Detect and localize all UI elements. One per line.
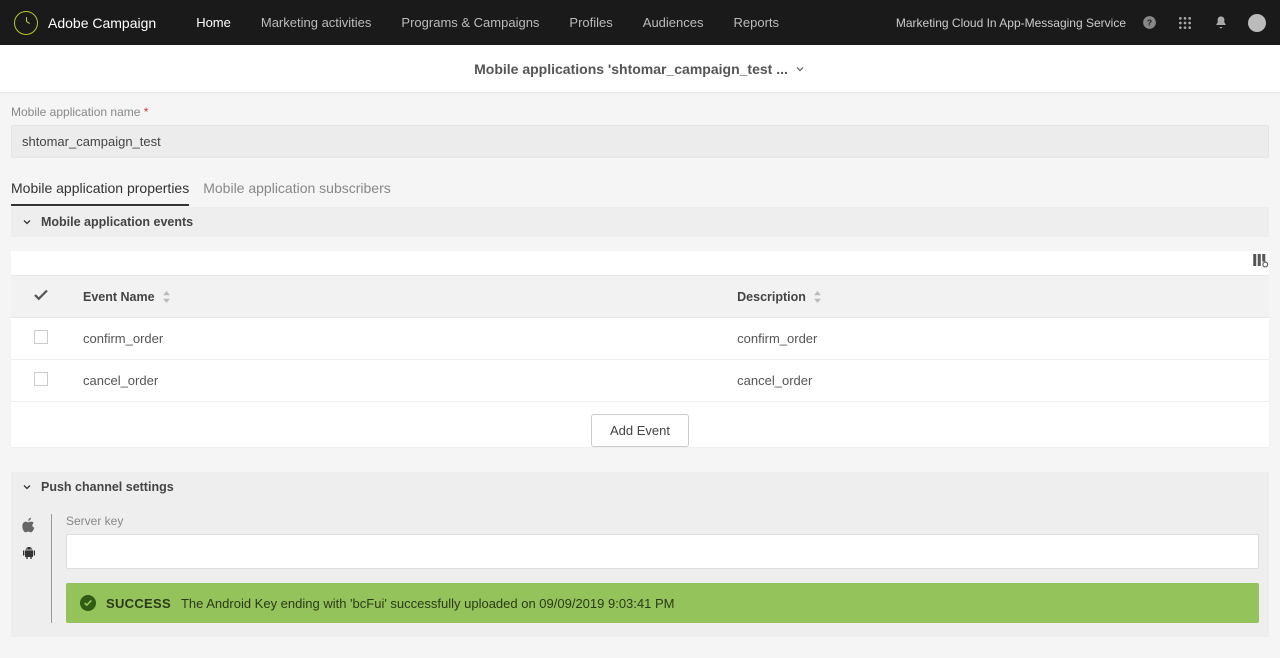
topbar-icons: ?	[1140, 14, 1266, 32]
detail-tabs: Mobile application properties Mobile app…	[11, 180, 1269, 207]
server-key-input[interactable]	[66, 534, 1259, 569]
subheader-dropdown[interactable]: Mobile applications 'shtomar_campaign_te…	[474, 61, 806, 77]
apple-icon[interactable]	[21, 516, 37, 534]
nav-reports[interactable]: Reports	[734, 15, 780, 30]
table-row[interactable]: cancel_order cancel_order	[11, 360, 1269, 402]
android-icon[interactable]	[21, 544, 37, 562]
tab-subscribers[interactable]: Mobile application subscribers	[203, 180, 391, 206]
push-section-body: Server key SUCCESS The Android Key endin…	[11, 502, 1269, 637]
success-check-icon	[80, 595, 96, 611]
server-key-label: Server key	[66, 514, 1259, 528]
row-checkbox[interactable]	[34, 372, 48, 386]
cell-description: confirm_order	[725, 318, 1269, 360]
table-tools	[11, 251, 1269, 269]
help-icon[interactable]: ?	[1140, 14, 1158, 32]
chevron-down-icon	[21, 481, 33, 493]
col-description[interactable]: Description	[725, 276, 1269, 318]
col-event-name-text: Event Name	[83, 290, 155, 304]
nav-profiles[interactable]: Profiles	[569, 15, 612, 30]
configure-columns-icon[interactable]	[1251, 251, 1269, 269]
topbar: Adobe Campaign Home Marketing activities…	[0, 0, 1280, 45]
alert-message: The Android Key ending with 'bcFui' succ…	[181, 596, 675, 611]
events-section-title: Mobile application events	[41, 215, 193, 229]
nav-home[interactable]: Home	[196, 15, 231, 30]
tenant-label: Marketing Cloud In App-Messaging Service	[896, 16, 1126, 30]
alert-title: SUCCESS	[106, 596, 171, 611]
table-row[interactable]: confirm_order confirm_order	[11, 318, 1269, 360]
svg-text:?: ?	[1146, 17, 1151, 27]
apps-icon[interactable]	[1176, 14, 1194, 32]
sort-icon	[162, 291, 171, 303]
page-content: Mobile application name * Mobile applica…	[0, 93, 1280, 657]
subheader-title-text: Mobile applications 'shtomar_campaign_te…	[474, 61, 788, 77]
events-section-body: Event Name Description confirm_order con…	[11, 251, 1269, 448]
row-checkbox[interactable]	[34, 330, 48, 344]
nav-marketing-activities[interactable]: Marketing activities	[261, 15, 372, 30]
chevron-down-icon	[794, 63, 806, 75]
add-event-button[interactable]: Add Event	[591, 414, 689, 447]
events-section-header[interactable]: Mobile application events	[11, 207, 1269, 237]
app-logo-icon	[14, 11, 38, 35]
required-asterisk: *	[144, 105, 149, 119]
cell-event-name: cancel_order	[71, 360, 725, 402]
push-section-title: Push channel settings	[41, 480, 174, 494]
chevron-down-icon	[21, 216, 33, 228]
select-all-header[interactable]	[11, 276, 71, 318]
col-description-text: Description	[737, 290, 806, 304]
bell-icon[interactable]	[1212, 14, 1230, 32]
push-form: Server key SUCCESS The Android Key endin…	[66, 514, 1259, 623]
cell-description: cancel_order	[725, 360, 1269, 402]
brand-name: Adobe Campaign	[48, 15, 156, 31]
nav-audiences[interactable]: Audiences	[643, 15, 704, 30]
top-nav: Home Marketing activities Programs & Cam…	[196, 15, 896, 30]
app-name-input[interactable]	[11, 125, 1269, 158]
tab-properties[interactable]: Mobile application properties	[11, 180, 189, 206]
success-alert: SUCCESS The Android Key ending with 'bcF…	[66, 583, 1259, 623]
check-icon	[32, 286, 50, 304]
nav-programs-campaigns[interactable]: Programs & Campaigns	[401, 15, 539, 30]
user-avatar[interactable]	[1248, 14, 1266, 32]
events-table: Event Name Description confirm_order con…	[11, 275, 1269, 402]
col-event-name[interactable]: Event Name	[71, 276, 725, 318]
cell-event-name: confirm_order	[71, 318, 725, 360]
os-tabs	[21, 514, 52, 623]
app-name-label: Mobile application name *	[11, 105, 1269, 119]
sort-icon	[813, 291, 822, 303]
app-name-label-text: Mobile application name	[11, 105, 140, 119]
subheader: Mobile applications 'shtomar_campaign_te…	[0, 45, 1280, 93]
push-section-header[interactable]: Push channel settings	[11, 472, 1269, 502]
